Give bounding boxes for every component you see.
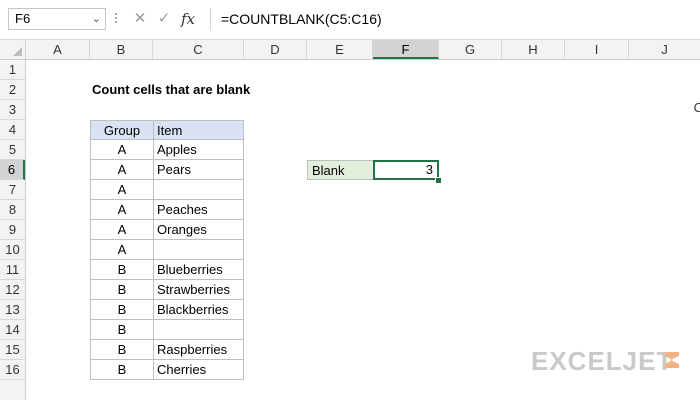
table-cell-group[interactable]: B — [90, 320, 153, 340]
column-header-g[interactable]: G — [439, 40, 502, 59]
table-cell-item[interactable]: Apples — [153, 140, 244, 160]
row-header-12[interactable]: 12 — [0, 280, 25, 300]
row-headers: 1 2 3 4 5 6 7 8 9 10 11 12 13 14 15 16 — [0, 60, 26, 400]
row-header-1[interactable]: 1 — [0, 60, 25, 80]
table-cell-item[interactable]: Strawberries — [153, 280, 244, 300]
table-header-group[interactable]: Group — [90, 120, 153, 140]
row-header-11[interactable]: 11 — [0, 260, 25, 280]
formula-input[interactable]: =COUNTBLANK(C5:C16) — [210, 8, 700, 30]
fill-handle[interactable] — [435, 177, 442, 184]
row-header-7[interactable]: 7 — [0, 180, 25, 200]
sheet-title[interactable]: Count cells that are blank — [92, 80, 250, 100]
table-cell-item[interactable]: Cherries — [153, 360, 244, 380]
row-header-16[interactable]: 16 — [0, 360, 25, 380]
table-cell-group[interactable]: B — [90, 340, 153, 360]
name-box[interactable]: F6 ⌄ — [8, 8, 106, 30]
table-cell-group[interactable]: B — [90, 260, 153, 280]
row-header-8[interactable]: 8 — [0, 200, 25, 220]
column-header-c[interactable]: C — [153, 40, 244, 59]
column-header-h[interactable]: H — [502, 40, 565, 59]
watermark-text: EXCELJET — [531, 346, 674, 376]
formula-bar: F6 ⌄ ✕ ✓ fx =COUNTBLANK(C5:C16) — [0, 0, 700, 40]
column-header-e[interactable]: E — [307, 40, 373, 59]
cancel-icon[interactable]: ✕ — [130, 8, 150, 30]
row-header-6[interactable]: 6 — [0, 160, 25, 180]
table-cell-group[interactable]: B — [90, 300, 153, 320]
row-header-9[interactable]: 9 — [0, 220, 25, 240]
cut-off-text: C — [693, 100, 700, 115]
column-header-b[interactable]: B — [90, 40, 153, 59]
column-header-j[interactable]: J — [629, 40, 700, 59]
table-cell-item[interactable] — [153, 240, 244, 260]
name-box-value: F6 — [15, 11, 31, 26]
table-cell-group[interactable]: A — [90, 220, 153, 240]
blank-label-cell[interactable]: Blank — [307, 160, 374, 180]
row-header-3[interactable]: 3 — [0, 100, 25, 120]
row-header-14[interactable]: 14 — [0, 320, 25, 340]
column-header-a[interactable]: A — [26, 40, 90, 59]
row-header-4[interactable]: 4 — [0, 120, 25, 140]
insert-function-icon[interactable]: fx — [178, 8, 198, 30]
column-headers: A B C D E F G H I J — [0, 40, 700, 60]
table-cell-item[interactable]: Raspberries — [153, 340, 244, 360]
column-header-d[interactable]: D — [244, 40, 307, 59]
chevron-down-icon[interactable]: ⌄ — [92, 9, 101, 29]
table-cell-group[interactable]: A — [90, 160, 153, 180]
table-cell-item[interactable]: Peaches — [153, 200, 244, 220]
table-cell-group[interactable]: B — [90, 360, 153, 380]
table-cell-group[interactable]: A — [90, 200, 153, 220]
row-header-2[interactable]: 2 — [0, 80, 25, 100]
table-cell-group[interactable]: A — [90, 240, 153, 260]
formula-actions: ✕ ✓ fx — [126, 8, 202, 30]
column-header-i[interactable]: I — [565, 40, 629, 59]
table-cell-item[interactable]: Blueberries — [153, 260, 244, 280]
table-cell-group[interactable]: A — [90, 140, 153, 160]
active-cell-f6[interactable]: 3 — [373, 160, 439, 180]
table-header-item[interactable]: Item — [153, 120, 244, 140]
table-cell-item[interactable]: Blackberries — [153, 300, 244, 320]
select-all-button[interactable] — [0, 40, 26, 59]
table-cell-item[interactable] — [153, 320, 244, 340]
row-header-5[interactable]: 5 — [0, 140, 25, 160]
table-cell-item[interactable]: Pears — [153, 160, 244, 180]
table-cell-group[interactable]: B — [90, 280, 153, 300]
row-header-15[interactable]: 15 — [0, 340, 25, 360]
confirm-icon[interactable]: ✓ — [154, 8, 174, 30]
row-header-13[interactable]: 13 — [0, 300, 25, 320]
table-cell-item[interactable] — [153, 180, 244, 200]
column-header-f[interactable]: F — [373, 40, 439, 59]
table-cell-group[interactable]: A — [90, 180, 153, 200]
table-cell-item[interactable]: Oranges — [153, 220, 244, 240]
exceljet-watermark: EXCELJET — [531, 346, 679, 376]
drag-handle-icon[interactable] — [114, 11, 118, 27]
row-header-10[interactable]: 10 — [0, 240, 25, 260]
exceljet-logo-icon — [665, 352, 679, 368]
